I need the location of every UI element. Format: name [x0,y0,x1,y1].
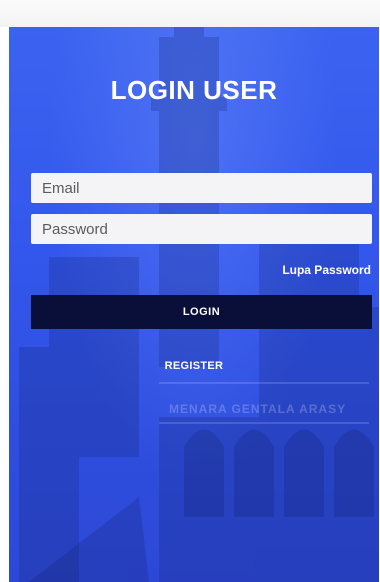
register-link[interactable]: REGISTER [9,360,379,372]
email-input[interactable] [40,178,363,198]
page-title: LOGIN USER [110,75,278,105]
login-button[interactable]: LOGIN [31,295,372,329]
login-screen: MENARA GENTALA ARASY LOGIN USER Lupa Pas… [9,27,379,582]
password-input[interactable] [40,219,363,239]
email-field[interactable] [31,173,372,203]
building-sign-text: MENARA GENTALA ARASY [169,402,346,416]
forgot-password-link[interactable]: Lupa Password [282,263,371,277]
status-bar [0,0,380,27]
password-field[interactable] [31,214,372,244]
